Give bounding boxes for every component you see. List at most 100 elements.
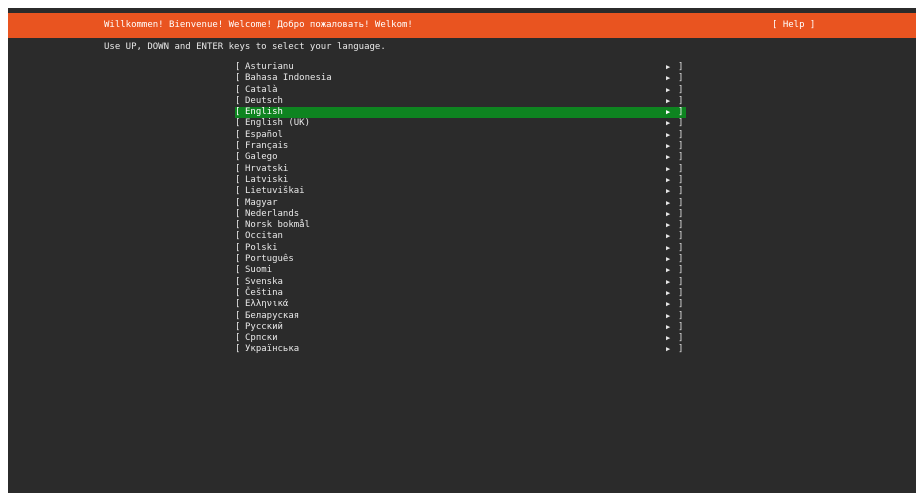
arrow-right-icon: ▶: [666, 288, 671, 297]
left-bracket: [: [235, 276, 241, 287]
language-option[interactable]: [Suomi ▶]: [235, 265, 686, 276]
language-option[interactable]: [Magyar ▶]: [235, 198, 686, 209]
language-option[interactable]: [Русский ▶]: [235, 322, 686, 333]
language-label: Norsk bokmål: [245, 220, 311, 231]
arrow-right-icon: ▶: [666, 96, 671, 105]
right-bracket: ]: [678, 310, 684, 321]
language-label: Ελληνικά: [245, 299, 289, 310]
arrow-right-icon: ▶: [666, 266, 671, 275]
language-label: English (UK): [245, 118, 311, 129]
left-bracket: [: [235, 62, 241, 72]
language-label: Occitan: [245, 231, 283, 242]
left-bracket: [: [235, 254, 241, 265]
right-bracket: ]: [678, 276, 684, 287]
language-option[interactable]: [ Español ▶]: [235, 130, 686, 141]
language-option[interactable]: [Nederlands ▶]: [235, 209, 686, 220]
arrow-right-icon: ▶: [666, 74, 671, 83]
left-bracket: [: [235, 95, 241, 106]
language-label: English: [245, 107, 283, 118]
language-option[interactable]: [Norsk bokmål ▶]: [235, 220, 686, 231]
language-label: Asturianu: [245, 62, 294, 72]
language-option[interactable]: [Occitan ▶]: [235, 231, 686, 242]
right-bracket: ]: [678, 129, 684, 140]
language-option[interactable]: [Polski ▶]: [235, 243, 686, 254]
left-bracket: [: [235, 186, 241, 197]
language-label: Català: [245, 84, 278, 95]
arrow-right-icon: ▶: [666, 198, 671, 207]
arrow-right-icon: ▶: [666, 175, 671, 184]
language-option[interactable]: [English (UK) ▶]: [235, 118, 686, 129]
left-bracket: [: [235, 118, 241, 129]
language-label: Español: [245, 129, 283, 140]
help-button[interactable]: [ Help ]: [772, 13, 815, 38]
header-bar: Willkommen! Bienvenue! Welcome! Добро по…: [8, 13, 916, 38]
language-option[interactable]: [ Беларуская ▶]: [235, 311, 686, 322]
language-option[interactable]: [Bahasa Indonesia ▶]: [235, 73, 686, 84]
right-bracket: ]: [678, 265, 684, 276]
arrow-right-icon: ▶: [666, 322, 671, 331]
right-bracket: ]: [678, 231, 684, 242]
right-bracket: ]: [678, 84, 684, 95]
right-bracket: ]: [678, 152, 684, 163]
language-label: Suomi: [245, 265, 273, 276]
left-bracket: [: [235, 299, 241, 310]
right-bracket: ]: [678, 95, 684, 106]
language-list: [Asturianu ▶] [Bahasa Indonesia ▶] [Català ▶]…: [235, 62, 686, 356]
left-bracket: [: [235, 152, 241, 163]
right-bracket: ]: [678, 73, 684, 84]
left-bracket: [: [235, 174, 241, 185]
left-bracket: [: [235, 129, 241, 140]
right-bracket: ]: [678, 174, 684, 185]
language-option[interactable]: [Ελληνικά ▶]: [235, 299, 686, 310]
language-option[interactable]: [ Latviski ▶]: [235, 175, 686, 186]
language-option[interactable]: [Українська ▶]: [235, 344, 686, 355]
left-bracket: [: [235, 287, 241, 298]
left-bracket: [: [235, 321, 241, 332]
left-bracket: [: [235, 208, 241, 219]
language-option[interactable]: [Српски ▶]: [235, 333, 686, 344]
language-option[interactable]: [Asturianu ▶]: [235, 62, 686, 73]
language-option[interactable]: [English ▶]: [235, 107, 686, 119]
language-option[interactable]: [Hrvatski ▶]: [235, 164, 686, 175]
language-option[interactable]: [Français ▶]: [235, 141, 686, 152]
arrow-right-icon: ▶: [666, 187, 671, 196]
language-label: Português: [245, 254, 294, 265]
arrow-right-icon: ▶: [666, 311, 671, 320]
arrow-right-icon: ▶: [666, 85, 671, 94]
language-label: Беларуская: [245, 310, 300, 321]
arrow-right-icon: ▶: [666, 255, 671, 264]
right-bracket: ]: [678, 197, 684, 208]
right-bracket: ]: [678, 287, 684, 298]
language-option[interactable]: [Lietuviškai ▶]: [235, 186, 686, 197]
language-option[interactable]: [ Svenska ▶]: [235, 277, 686, 288]
arrow-right-icon: ▶: [666, 232, 671, 241]
left-bracket: [: [235, 197, 241, 208]
arrow-right-icon: ▶: [666, 300, 671, 309]
language-label: Deutsch: [245, 95, 283, 106]
language-label: Svenska: [245, 276, 283, 287]
language-option[interactable]: [Português ▶]: [235, 254, 686, 265]
arrow-right-icon: ▶: [666, 142, 671, 151]
right-bracket: ]: [678, 208, 684, 219]
arrow-right-icon: ▶: [666, 153, 671, 162]
arrow-right-icon: ▶: [666, 277, 671, 286]
language-label: Русский: [245, 321, 283, 332]
arrow-right-icon: ▶: [666, 164, 671, 173]
language-option[interactable]: [ Deutsch ▶]: [235, 96, 686, 107]
language-option[interactable]: [Català ▶]: [235, 85, 686, 96]
right-bracket: ]: [678, 141, 684, 152]
left-bracket: [: [235, 220, 241, 231]
left-bracket: [: [235, 141, 241, 152]
language-label: Galego: [245, 152, 278, 163]
arrow-right-icon: ▶: [666, 345, 671, 354]
language-label: Nederlands: [245, 208, 300, 219]
language-label: Hrvatski: [245, 163, 289, 174]
language-label: Latviski: [245, 174, 289, 185]
language-option[interactable]: [Čeština ▶]: [235, 288, 686, 299]
language-option[interactable]: [ Galego ▶]: [235, 152, 686, 163]
language-label: Српски: [245, 333, 278, 344]
right-bracket: ]: [678, 242, 684, 253]
left-bracket: [: [235, 163, 241, 174]
arrow-right-icon: ▶: [666, 130, 671, 139]
left-bracket: [: [235, 310, 241, 321]
